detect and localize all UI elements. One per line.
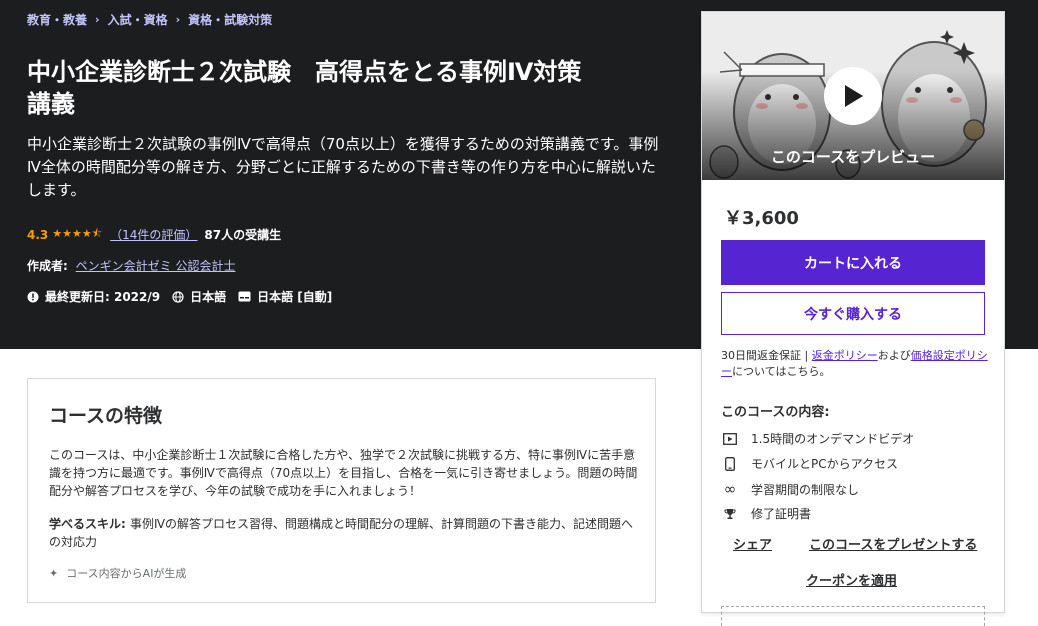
- mobile-icon: [721, 456, 739, 471]
- include-label: 学習期間の制限なし: [751, 482, 860, 497]
- language: 日本語: [172, 288, 226, 305]
- include-item-certificate: 修了証明書: [721, 505, 811, 522]
- skills-label: 学べるスキル:: [49, 517, 130, 531]
- course-title: 中小企業診断士２次試験 高得点をとる事例Ⅳ対策 講義: [27, 56, 667, 120]
- last-updated: 最終更新日: 2022/9: [27, 288, 160, 305]
- coupon-input-area[interactable]: [721, 606, 985, 626]
- ai-generated-note: ✦ コース内容からAIが生成: [49, 565, 186, 581]
- course-preview[interactable]: このコースをプレビュー: [702, 12, 1004, 180]
- last-updated-text: 最終更新日: 2022/9: [45, 290, 161, 304]
- purchase-card: このコースをプレビュー ￥3,600 カートに入れる 今すぐ購入する 30日間返…: [701, 11, 1005, 626]
- course-title-line2: 講義: [27, 90, 75, 118]
- include-item-mobile: モバイルとPCからアクセス: [721, 455, 898, 472]
- chevron-right-icon: ›: [175, 13, 181, 26]
- sparkle-icon: ✦: [49, 566, 59, 580]
- play-icon[interactable]: [824, 67, 882, 125]
- author-label: 作成者:: [27, 259, 68, 273]
- chevron-right-icon: ›: [95, 13, 100, 26]
- author-link[interactable]: ペンギン会計ゼミ 公認会計士: [76, 259, 236, 273]
- course-title-line1: 中小企業診断士２次試験 高得点をとる事例Ⅳ対策: [27, 58, 582, 86]
- breadcrumb-item-certification[interactable]: 資格・試験対策: [188, 11, 272, 28]
- ai-note-text: コース内容からAIが生成: [66, 567, 187, 580]
- video-icon: [721, 432, 739, 445]
- breadcrumb-item-exams[interactable]: 入試・資格: [108, 11, 168, 28]
- breadcrumb-item-education[interactable]: 教育・教養: [27, 11, 87, 28]
- skills-text: 事例Ⅳの解答プロセス習得、問題構成と時間配分の理解、計算問題の下書き能力、記述問…: [49, 517, 634, 549]
- captions-icon: [238, 291, 251, 302]
- gift-course-button[interactable]: このコースをプレゼントする: [809, 534, 977, 553]
- features-skills: 学べるスキル: 事例Ⅳの解答プロセス習得、問題構成と時間配分の理解、計算問題の下…: [49, 515, 639, 551]
- course-features-box: コースの特徴 このコースは、中小企業診断士１次試験に合格した方や、独学で２次試験…: [27, 378, 656, 603]
- include-item-video: 1.5時間のオンデマンドビデオ: [721, 430, 914, 447]
- preview-label[interactable]: このコースをプレビュー: [702, 146, 1004, 167]
- money-back-guarantee: 30日間返金保証 | 返金ポリシーおよび価格設定ポリシーについてはこちら。: [721, 348, 991, 380]
- course-subtitle: 中小企業診断士２次試験の事例Ⅳで高得点（70点以上）を獲得するための対策講義です…: [27, 135, 659, 199]
- features-description: このコースは、中小企業診断士１次試験に合格した方や、独学で２次試験に挑戦する方、…: [49, 448, 638, 498]
- refund-policy-link[interactable]: 返金ポリシー: [812, 349, 878, 362]
- guarantee-text: 30日間返金保証 |: [721, 349, 812, 362]
- rating-row: 4.3 ★★★★⯪ （14件の評価） 87人の受講生: [27, 225, 281, 244]
- includes-heading: このコースの内容:: [721, 405, 830, 420]
- course-price: ￥3,600: [724, 208, 799, 229]
- include-label: 修了証明書: [751, 507, 812, 521]
- star-rating-icon: ★★★★⯪: [52, 227, 103, 240]
- language-text: 日本語: [190, 290, 227, 304]
- meta-row: 最終更新日: 2022/9 日本語 日本語 [自動]: [27, 288, 344, 305]
- breadcrumb: 教育・教養 › 入試・資格 › 資格・試験対策: [27, 11, 272, 28]
- author-row: 作成者: ペンギン会計ゼミ 公認会計士: [27, 257, 235, 274]
- include-label: 1.5時間のオンデマンドビデオ: [751, 432, 915, 446]
- apply-coupon-button[interactable]: クーポンを適用: [806, 570, 897, 589]
- student-count: 87人の受講生: [204, 228, 282, 242]
- features-heading: コースの特徴: [49, 405, 163, 427]
- share-button[interactable]: シェア: [733, 534, 772, 553]
- trophy-icon: [721, 508, 739, 520]
- include-label: モバイルとPCからアクセス: [751, 457, 899, 471]
- buy-now-button[interactable]: 今すぐ購入する: [721, 292, 985, 335]
- captions: 日本語 [自動]: [238, 288, 332, 305]
- add-to-cart-button[interactable]: カートに入れる: [721, 240, 985, 285]
- rating-count-link[interactable]: （14件の評価）: [110, 226, 197, 243]
- captions-text: 日本語 [自動]: [257, 290, 333, 304]
- and-text: および: [877, 349, 911, 362]
- globe-icon: [172, 290, 184, 303]
- infinity-icon: ∞: [723, 480, 737, 498]
- include-item-lifetime: ∞ 学習期間の制限なし: [721, 480, 859, 498]
- alert-badge-icon: [27, 291, 39, 302]
- tail-text: についてはこちら。: [732, 365, 831, 378]
- rating-number: 4.3: [27, 227, 49, 242]
